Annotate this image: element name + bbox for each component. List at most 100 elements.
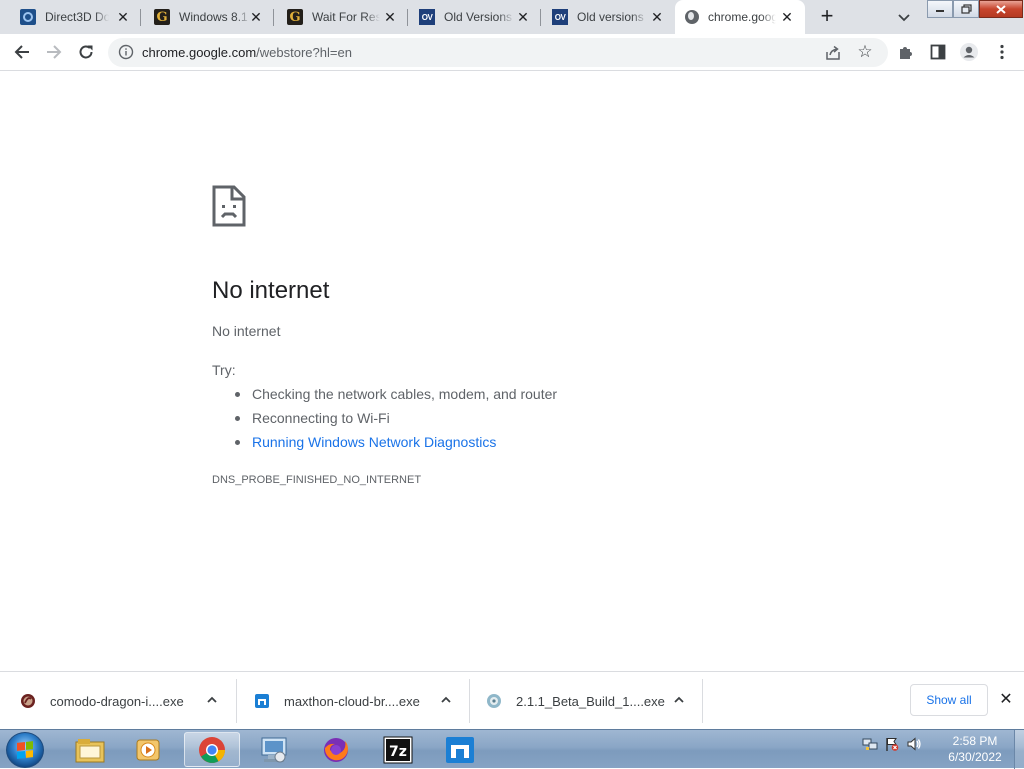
try-label: Try:: [212, 362, 236, 378]
ov-logo-icon: OV: [552, 9, 568, 25]
close-icon: [996, 4, 1006, 14]
taskbar-firefox[interactable]: [308, 732, 364, 767]
browser-toolbar: chrome.google.com/webstore?hl=en ☆: [0, 34, 1024, 71]
globe-icon: [685, 10, 699, 24]
extensions-button[interactable]: [896, 42, 916, 62]
new-tab-button[interactable]: +: [815, 5, 839, 29]
tab-old-versions-2[interactable]: OV Old versions ✕: [541, 0, 675, 34]
profile-button[interactable]: [959, 42, 979, 62]
svg-text:7z: 7z: [389, 744, 407, 760]
url-host: chrome.google.com: [142, 45, 257, 60]
suggestion-item: Checking the network cables, modem, and …: [234, 385, 557, 409]
show-all-downloads-button[interactable]: Show all: [910, 684, 988, 716]
tab-title: Old versions: [577, 10, 644, 24]
download-filename: comodo-dragon-i....exe: [50, 693, 184, 709]
tab-close-icon[interactable]: ✕: [515, 9, 531, 25]
g-logo-icon: G: [154, 9, 170, 25]
firefox-icon: [324, 737, 348, 762]
error-code: DNS_PROBE_FINISHED_NO_INTERNET: [212, 474, 422, 486]
chevron-down-icon: [898, 14, 910, 22]
minimize-button[interactable]: [927, 0, 953, 18]
tab-direct3d[interactable]: Direct3D Download ✕: [0, 0, 141, 34]
windows-logo-icon: [17, 741, 33, 759]
tab-title: Windows 8.1: [179, 10, 248, 24]
bookmark-star-icon[interactable]: ☆: [856, 43, 874, 61]
tab-search-button[interactable]: [895, 8, 913, 26]
taskbar-control-panel[interactable]: [246, 732, 302, 767]
tab-close-icon[interactable]: ✕: [248, 9, 264, 25]
media-player-icon: [136, 739, 160, 760]
download-filename: maxthon-cloud-br....exe: [284, 693, 420, 709]
tab-old-versions-1[interactable]: OV Old Versions ✕: [408, 0, 541, 34]
profile-avatar-icon: [960, 43, 978, 61]
side-panel-icon: [930, 44, 946, 60]
windows-taskbar: 7z 2:58 PM 6/30/2022: [0, 729, 1024, 769]
network-icon[interactable]: [862, 736, 878, 752]
network-diagnostics-link[interactable]: Running Windows Network Diagnostics: [234, 433, 557, 457]
address-bar[interactable]: chrome.google.com/webstore?hl=en ☆: [108, 38, 888, 67]
url-path: /webstore?hl=en: [256, 45, 352, 60]
comodo-dragon-icon: [21, 694, 35, 708]
taskbar-maxthon[interactable]: [432, 732, 488, 767]
chevron-up-icon[interactable]: [205, 693, 219, 707]
info-icon[interactable]: [118, 44, 134, 60]
taskbar-7zip[interactable]: 7z: [370, 732, 426, 767]
tab-close-icon[interactable]: ✕: [779, 9, 795, 25]
kebab-menu-icon: [1000, 44, 1004, 60]
action-center-flag-icon[interactable]: [884, 736, 900, 752]
share-icon[interactable]: [824, 44, 842, 62]
ov-logo-icon: OV: [419, 9, 435, 25]
tab-wait-for-response[interactable]: G Wait For Response ✕: [274, 0, 408, 34]
reload-button[interactable]: [76, 42, 96, 62]
tab-title: Direct3D Download: [45, 10, 109, 24]
shelf-divider: [702, 679, 703, 723]
start-button[interactable]: [6, 732, 44, 768]
url-text[interactable]: chrome.google.com/webstore?hl=en: [142, 45, 352, 60]
download-item[interactable]: maxthon-cloud-br....exe: [237, 679, 470, 723]
clock-time: 2:58 PM: [952, 734, 998, 748]
back-arrow-icon: [14, 45, 29, 59]
show-desktop-button[interactable]: [1014, 730, 1024, 769]
error-subtitle: No internet: [212, 323, 281, 339]
restore-button[interactable]: [953, 0, 979, 18]
tab-chrome-webstore[interactable]: chrome.google.com ✕: [675, 0, 805, 34]
tab-windows-81[interactable]: G Windows 8.1 ✕: [141, 0, 274, 34]
file-explorer-icon: [75, 738, 105, 762]
control-panel-icon: [261, 737, 287, 762]
maxthon-icon: [446, 736, 474, 763]
reload-icon: [79, 45, 93, 59]
taskbar-file-explorer[interactable]: [62, 732, 118, 767]
tab-close-icon[interactable]: ✕: [115, 9, 131, 25]
maxthon-icon: [255, 694, 269, 708]
error-title: No internet: [212, 277, 330, 304]
tab-close-icon[interactable]: ✕: [649, 9, 665, 25]
menu-button[interactable]: [992, 42, 1012, 62]
puzzle-piece-icon: [900, 47, 912, 59]
taskbar-media-player[interactable]: [120, 732, 176, 767]
restore-icon: [960, 4, 972, 14]
download-filename: 2.1.1_Beta_Build_1....exe: [516, 693, 665, 709]
suggestion-list: Checking the network cables, modem, and …: [234, 385, 557, 457]
forward-button[interactable]: [44, 42, 64, 62]
forward-arrow-icon: [47, 45, 62, 59]
window-controls: [927, 0, 1023, 18]
clock-date: 6/30/2022: [948, 750, 1002, 764]
7zip-icon: 7z: [383, 736, 413, 763]
download-item[interactable]: comodo-dragon-i....exe: [0, 679, 237, 723]
tab-close-icon[interactable]: ✕: [382, 9, 398, 25]
taskbar-clock[interactable]: 2:58 PM 6/30/2022: [942, 733, 1008, 765]
close-shelf-icon[interactable]: ✕: [998, 692, 1014, 708]
system-tray: [862, 736, 922, 752]
download-item[interactable]: 2.1.1_Beta_Build_1....exe: [470, 679, 703, 723]
tab-title: Old Versions: [444, 10, 513, 24]
volume-icon[interactable]: [906, 736, 922, 752]
chevron-up-icon[interactable]: [439, 693, 453, 707]
close-window-button[interactable]: [979, 0, 1023, 18]
side-panel-button[interactable]: [928, 42, 948, 62]
chevron-up-icon[interactable]: [672, 693, 686, 707]
tab-title: Wait For Response: [312, 10, 380, 24]
taskbar-chrome[interactable]: [184, 732, 240, 767]
back-button[interactable]: [12, 42, 32, 62]
minimize-icon: [936, 10, 944, 12]
direct3d-icon: [20, 9, 36, 25]
